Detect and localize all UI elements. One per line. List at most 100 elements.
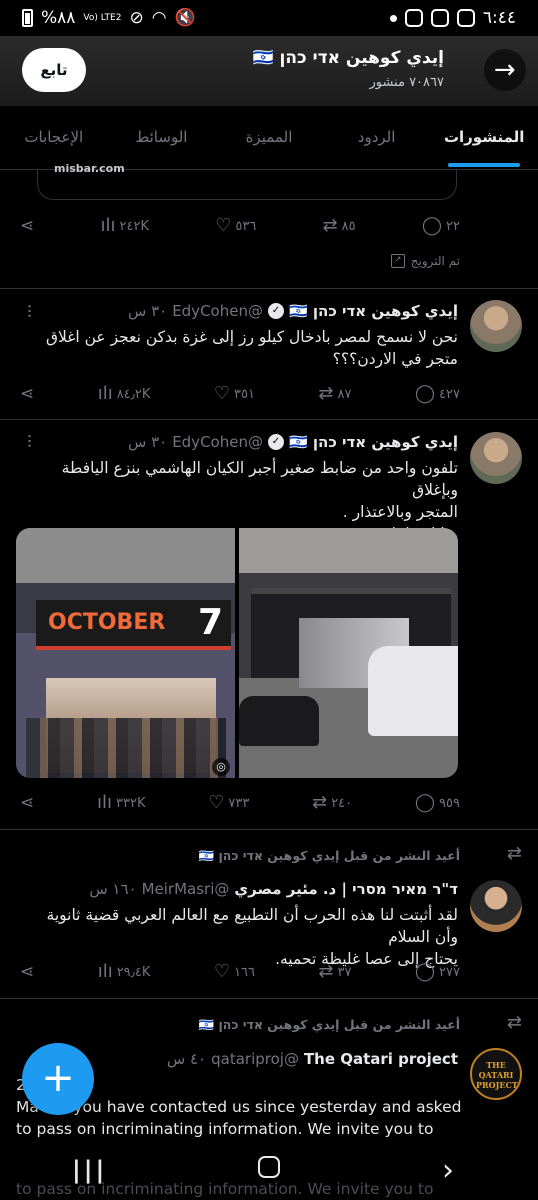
repost-button[interactable]: ⇄ ٢٤٠ [312,794,352,812]
tab-highlights[interactable]: المميزة [215,106,323,169]
post-media[interactable]: OCTOBER 7 ◎ [16,528,458,778]
avatar[interactable] [470,880,522,932]
share-icon: ⋖ [20,793,35,813]
verified-icon: ✓ [267,303,284,319]
post-header: إيدي كوهين אדי כהן 🇮🇱 ✓ @EdyCohen ٣٠ س [128,302,458,320]
divider [0,419,538,420]
views-button[interactable]: ılı ٢٩٫٤K [98,963,151,981]
battery-icon [22,9,33,27]
status-right: ٦:٤٤ [389,8,516,28]
views-count: ٣٣٢K [116,795,146,811]
instagram-icon-2 [430,9,449,27]
tab-media[interactable]: الوسائط [108,106,216,169]
share-icon: ⋖ [20,216,35,236]
reply-icon: ◯ [414,961,436,982]
repost-label[interactable]: أعيد النشر من قبل إيدي كوهين אדי כהן 🇮🇱 [199,1017,460,1033]
tab-posts[interactable]: المنشورات [430,106,538,169]
author-name[interactable]: The Qatari project [304,1050,458,1068]
like-button[interactable]: ♡ ١٦٦ [214,963,255,981]
avatar[interactable] [470,300,522,352]
notification-dot-icon [389,14,397,22]
media-image-left[interactable]: OCTOBER 7 ◎ [16,528,235,778]
avatar[interactable] [470,432,522,484]
author-handle[interactable]: @qatariproj [211,1050,299,1068]
repost-icon: ⇄ [318,383,334,404]
repost-count: ٣٧ [337,964,352,980]
post-text-line: المتجر وبالاعتذار . [342,503,458,521]
profile-name: إيدي كوهين אדי כהן 🇮🇱 [252,48,444,68]
author-name[interactable]: إيدي كوهين אדי כהן 🇮🇱 [289,302,458,320]
back-button[interactable]: ← [484,49,526,91]
wifi-icon: ◠ [151,8,167,28]
post-header: إيدي كوهين אדי כהן 🇮🇱 ✓ @EdyCohen ٣٠ س [128,433,458,451]
media-image-right[interactable] [239,528,458,778]
views-button[interactable]: ılı ٢٤٢K [100,217,149,235]
reply-button[interactable]: ◯ ٤٢٧ [415,385,460,403]
reply-button[interactable]: ◯ ٩٥٩ [415,794,460,812]
views-icon: ılı [97,792,113,813]
repost-label[interactable]: أعيد النشر من قبل إيدي كوهين אדי כהן 🇮🇱 [199,848,460,864]
reply-icon: ◯ [421,215,442,236]
network-label: Vo) LTE2 [83,12,122,23]
promoted-label: تم الترويج ↗ [390,254,460,268]
chevron-icon: ‹ [442,1152,455,1188]
post-text: نحن لا نسمح لمصر بادخال كيلو رز إلى غزة … [46,328,458,368]
views-count: ٨٤٫٢K [116,386,151,402]
reply-count: ٩٥٩ [439,795,460,811]
link-card[interactable]: misbar.com [37,162,457,200]
store-sign-text: OCTOBER [48,610,166,635]
instagram-icon [404,9,423,27]
dnd-icon: ⊘ [129,8,144,28]
repost-button[interactable]: ⇄ ٨٧ [318,385,351,403]
author-handle[interactable]: @EdyCohen [172,433,263,451]
promoted-text: تم الترويج [410,254,460,268]
author-handle[interactable]: @MeirMasri [142,880,230,898]
white-car [368,646,458,736]
share-button[interactable]: ⋖ [20,794,34,812]
post-header: The Qatari project @qatariproj ٤٠ س [167,1050,458,1068]
share-button[interactable]: ⋖ [20,217,34,235]
follow-button[interactable]: تابع [22,48,86,92]
repost-indicator-icon: ⇄ [506,1012,522,1033]
tab-likes[interactable]: الإعجابات [0,106,108,169]
post-header: ד"ר מאיר מסרי | د. مئير مصري @MeirMasri … [89,880,458,898]
post-text-line: Ma you have contacted us since yesterday… [16,1098,462,1116]
media-badge-icon: ◎ [212,758,230,776]
author-name[interactable]: إيدي كوهين אדי כהן 🇮🇱 [289,433,458,451]
tab-replies[interactable]: الردود [323,106,431,169]
share-button[interactable]: ⋖ [20,385,34,403]
share-icon: ⋖ [20,962,35,982]
compose-button[interactable]: + [22,1043,94,1115]
views-count: ٢٤٢K [119,218,149,234]
post-time: ٣٠ س [127,302,168,320]
author-handle[interactable]: @EdyCohen [172,302,263,320]
like-button[interactable]: ♡ ٥٣٦ [215,217,256,235]
author-name[interactable]: ד"ר מאיר מסרי | د. مئير مصري [234,880,458,898]
views-button[interactable]: ılı ٨٤٫٢K [98,385,151,403]
repost-button[interactable]: ⇄ ٨٥ [323,217,356,235]
post-time: ٣٠ س [127,433,168,451]
heart-icon: ♡ [208,792,225,813]
like-count: ٧٣٣ [228,795,250,811]
reply-button[interactable]: ◯ ٢٢ [422,217,460,235]
post-time: ٤٠ س [166,1050,207,1068]
divider [0,829,538,830]
status-bar: %٨٨ Vo) LTE2 ⊘ ◠ 🔇 ٦:٤٤ [0,0,538,36]
store-sign-number: 7 [197,602,223,643]
reply-button[interactable]: ◯ ٢٧٧ [415,963,460,981]
like-button[interactable]: ♡ ٧٣٣ [208,794,249,812]
more-options-icon[interactable]: ··· [19,303,40,317]
post-text-line: لقد أثبتت لنا هذه الحرب أن التطبيع مع ال… [46,906,458,946]
views-button[interactable]: ılı ٣٣٢K [97,794,146,812]
clock: ٦:٤٤ [482,8,516,28]
post-text-line: تلفون واحد من ضابط صغير أجبر الكيان الها… [61,459,458,499]
crowd [26,718,226,778]
heart-icon: ♡ [215,215,232,236]
more-options-icon[interactable]: ··· [19,433,40,447]
like-button[interactable]: ♡ ٣٥١ [214,385,255,403]
dark-car [239,696,319,746]
battery-level: %٨٨ [41,8,76,28]
share-button[interactable]: ⋖ [20,963,34,981]
repost-button[interactable]: ⇄ ٣٧ [318,963,351,981]
like-count: ١٦٦ [233,964,255,980]
